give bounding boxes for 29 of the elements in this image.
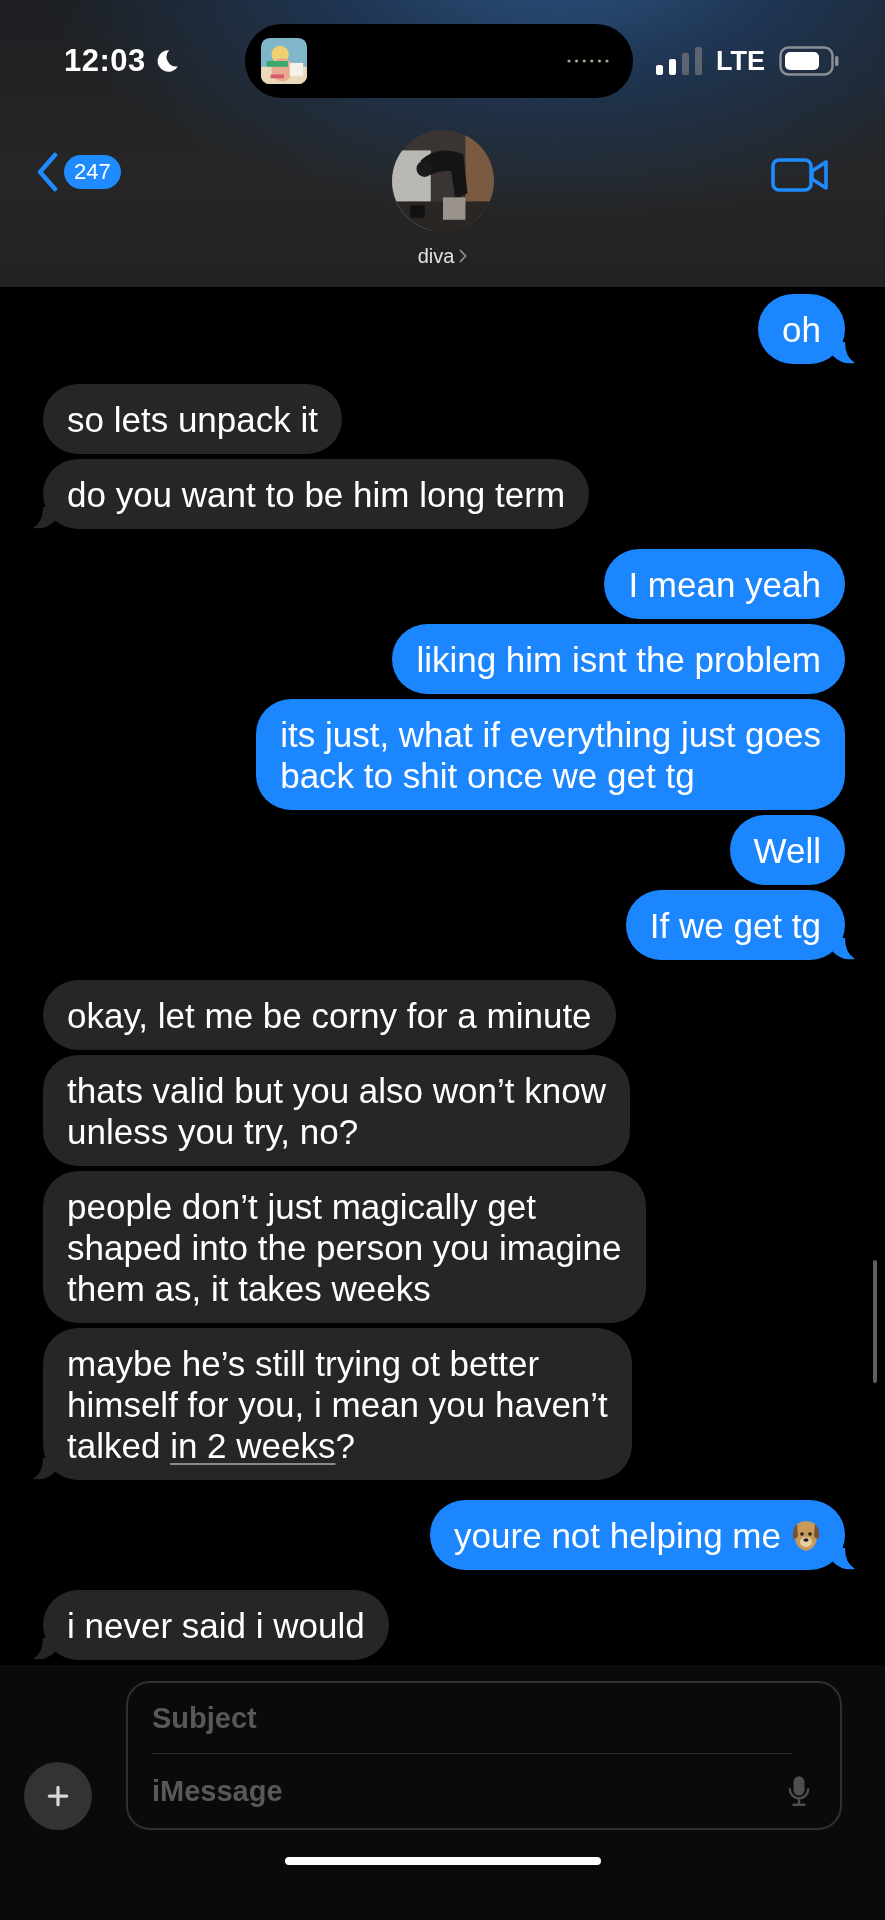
message-bubble: thats valid but you also won’t know unless you try, no? [43,1055,630,1166]
message-bubble: liking him isnt the problem [392,624,845,694]
bubble-tail [33,507,55,529]
composer-field[interactable]: Subject iMessage [126,1681,842,1830]
network-label: LTE [716,45,765,77]
status-time: 12:03 [64,43,146,79]
video-camera-icon[interactable] [771,158,829,192]
message-bubble: I mean yeah [604,549,845,619]
message-bubble: Well [729,815,845,885]
message-bubble: its just, what if everything just goes back to shit once we get tg [256,699,845,810]
microphone-icon[interactable] [788,1775,810,1807]
activity-dots-icon [567,59,609,63]
bubble-tail [833,1548,855,1570]
bubble-tail [833,342,855,364]
message-bubble: people don’t just magically get shaped into the person you imagine them as, it takes weeks [43,1171,646,1323]
subject-field[interactable]: Subject [152,1683,840,1753]
back-chevron-icon[interactable] [36,152,58,192]
message-bubble: okay, let me be corny for a minute [43,980,616,1050]
contact-name[interactable]: diva [417,244,455,268]
date-link[interactable]: in 2 weeks [170,1425,336,1465]
bubble-tail [33,1458,55,1480]
signal-icon [656,47,702,75]
bubble-tail [33,1638,55,1660]
message-bubble: so lets unpack it [43,384,342,454]
battery-icon [779,46,839,76]
message-field[interactable]: iMessage [152,1755,788,1827]
bubble-tail [833,938,855,960]
plus-icon [45,1783,71,1809]
chevron-right-icon[interactable] [459,249,468,263]
